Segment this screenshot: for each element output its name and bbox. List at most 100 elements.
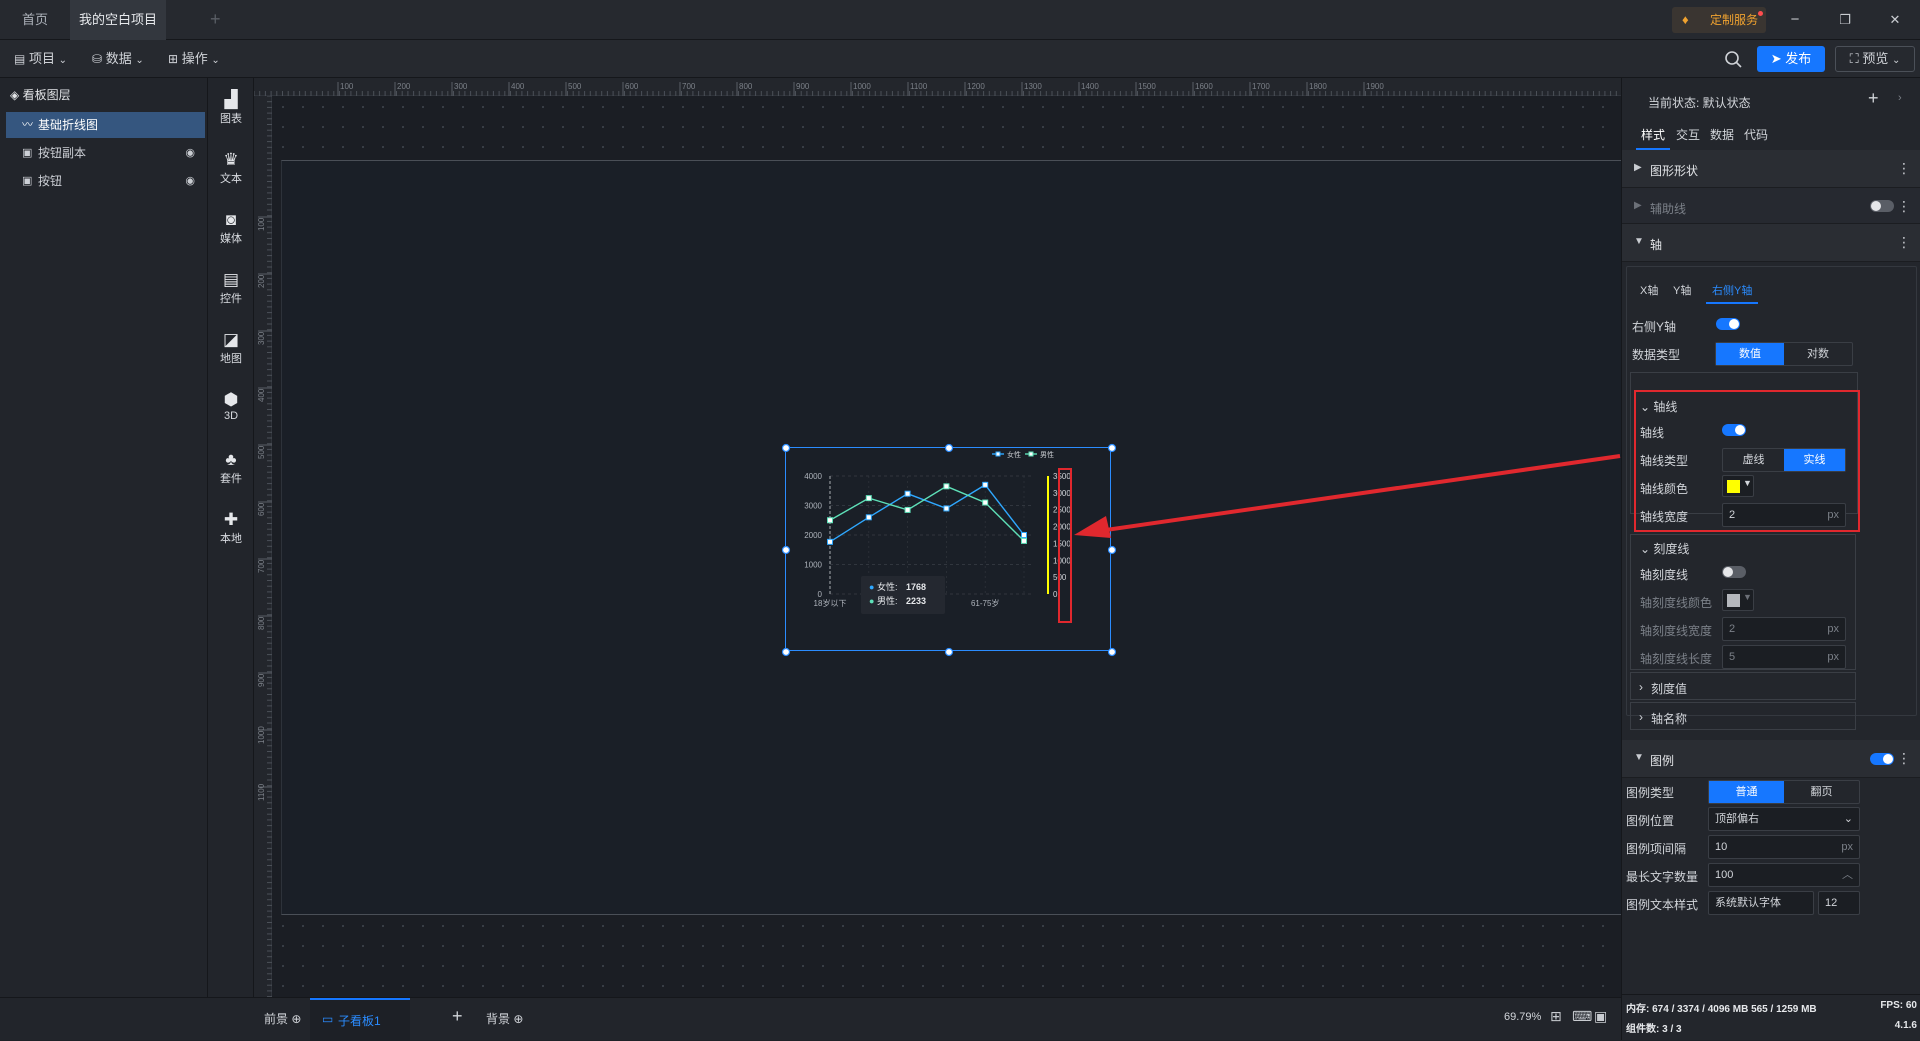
tool-map[interactable]: ◪ 地图 — [208, 330, 254, 366]
add-circle-icon[interactable]: ⊕ — [513, 1012, 523, 1026]
add-state-button[interactable]: + — [1868, 88, 1879, 109]
zoom-level[interactable]: 69.79% — [1504, 1011, 1541, 1023]
axis-line-group-header[interactable]: ⌄ 轴线 — [1640, 398, 1677, 415]
foreground-tab[interactable]: 前景 ⊕ — [264, 1010, 301, 1027]
data-type-log[interactable]: 对数 — [1784, 343, 1852, 365]
tick-group-header[interactable]: ⌄ 刻度线 — [1640, 540, 1689, 557]
right-y-axis-toggle[interactable] — [1716, 318, 1740, 330]
legend-type-paged[interactable]: 翻页 — [1784, 781, 1859, 803]
axis-tab-right-y[interactable]: 右侧Y轴 — [1706, 282, 1759, 304]
line-type-dashed[interactable]: 虚线 — [1723, 449, 1784, 471]
ruler-label: 100 — [257, 217, 266, 231]
custom-service-button[interactable]: ♦ 定制服务 — [1672, 7, 1766, 33]
axis-tab-x[interactable]: X轴 — [1640, 282, 1658, 298]
tab-home[interactable]: 首页 — [0, 0, 70, 40]
section-axis[interactable]: ▼ 轴 ⋮ — [1622, 224, 1920, 262]
tool-kit[interactable]: ♣ 套件 — [208, 450, 254, 486]
canvas-area[interactable]: 100 200 300 400 500 600 700 800 900 1000 1100 1200 1… — [254, 78, 1621, 997]
max-text-input[interactable]: 100 ︿ — [1708, 863, 1860, 887]
title-bar: 首页 我的空白项目 + ♦ 定制服务 − ❐ ✕ — [0, 0, 1920, 65]
tick-value-group[interactable]: › 刻度值 — [1630, 672, 1856, 700]
axis-line-type-segment[interactable]: 虚线 实线 — [1722, 448, 1846, 472]
legend-font-select[interactable]: 系统默认字体 — [1708, 891, 1814, 915]
resize-handle — [1107, 647, 1117, 657]
layer-label: 按钮副本 — [38, 146, 87, 160]
more-icon[interactable]: ⋮ — [1897, 198, 1911, 215]
tab-code[interactable]: 代码 — [1744, 126, 1768, 143]
tool-text[interactable]: ♛ 文本 — [208, 150, 254, 186]
legend-type-normal[interactable]: 普通 — [1709, 781, 1784, 803]
data-type-segment[interactable]: 数值 对数 — [1715, 342, 1853, 366]
section-guide[interactable]: ▶ 辅助线 ⋮ — [1622, 188, 1920, 224]
axis-name-group[interactable]: › 轴名称 — [1630, 702, 1856, 730]
section-legend[interactable]: ▼ 图例 ⋮ — [1622, 740, 1920, 778]
layer-item-button[interactable]: ▣ 按钮 ◉ — [6, 168, 205, 194]
data-type-value[interactable]: 数值 — [1716, 343, 1784, 365]
add-tab-button[interactable]: + — [210, 9, 221, 30]
preview-button[interactable]: ⛶ 预览 ⌄ — [1835, 46, 1915, 72]
stepper-up-icon[interactable]: ︿ — [1842, 864, 1853, 886]
background-tab[interactable]: 背景 ⊕ — [486, 1010, 523, 1027]
add-board-button[interactable]: + — [452, 1006, 463, 1027]
layers-icon: ◈ — [10, 88, 23, 102]
eye-hidden-icon[interactable]: ◉ — [185, 140, 195, 166]
tab-data[interactable]: 数据 — [1710, 126, 1734, 143]
search-icon — [1725, 51, 1742, 68]
tab-style[interactable]: 样式 — [1636, 126, 1670, 150]
tool-3d[interactable]: ⬢ 3D — [208, 390, 254, 422]
ruler-label: 1600 — [1195, 82, 1213, 91]
layer-item-line-chart[interactable]: 〰 基础折线图 — [6, 112, 205, 138]
tool-media[interactable]: ◙ 媒体 — [208, 210, 254, 246]
more-icon[interactable]: ⋮ — [1897, 234, 1911, 251]
chart-icon: ▟ — [224, 90, 238, 109]
axis-line-toggle[interactable] — [1722, 424, 1746, 436]
tool-widget[interactable]: ▤ 控件 — [208, 270, 254, 306]
restore-button[interactable]: ❐ — [1830, 8, 1860, 32]
eye-hidden-icon[interactable]: ◉ — [185, 168, 195, 194]
menu-data[interactable]: ⛁ 数据 ⌄ — [92, 49, 144, 69]
tick-length-input[interactable]: 5 px — [1722, 645, 1846, 669]
tick-line-toggle[interactable] — [1722, 566, 1746, 578]
publish-label: 发布 — [1785, 51, 1812, 66]
section-shape[interactable]: ▶ 图形形状 ⋮ — [1622, 150, 1920, 188]
keyboard-icon[interactable]: ⌨ — [1572, 1008, 1592, 1025]
tick-color-picker[interactable]: ▼ — [1722, 589, 1754, 611]
legend-position-select[interactable]: 顶部偏右 ⌄ — [1708, 807, 1860, 831]
tool-chart[interactable]: ▟ 图表 — [208, 90, 254, 126]
ruler-label: 1100 — [257, 783, 266, 801]
menu-project[interactable]: ▤ 项目 ⌄ — [14, 49, 67, 69]
legend-gap-input[interactable]: 10 px — [1708, 835, 1860, 859]
sub-board-tab[interactable]: ▭ 子看板1 — [310, 998, 410, 1041]
publish-button[interactable]: ➤ 发布 — [1757, 46, 1825, 72]
guide-toggle[interactable] — [1870, 200, 1894, 212]
ruler-label: 600 — [625, 82, 639, 91]
tick-width-input[interactable]: 2 px — [1722, 617, 1846, 641]
search-button[interactable] — [1722, 48, 1744, 70]
fit-screen-icon[interactable]: ⊞ — [1550, 1008, 1562, 1025]
ruler-label: 200 — [397, 82, 411, 91]
axis-line-color-picker[interactable]: ▼ — [1722, 475, 1754, 497]
style-tabs: 样式 交互 数据 代码 — [1636, 122, 1786, 150]
menu-operation[interactable]: ⊞ 操作 ⌄ — [168, 49, 220, 69]
chevron-right-icon[interactable]: › — [1898, 92, 1902, 104]
axis-tab-y[interactable]: Y轴 — [1673, 282, 1691, 298]
axis-line-width-input[interactable]: 2 px — [1722, 503, 1846, 527]
annotation-highlight-box — [1058, 468, 1072, 623]
tab-interaction[interactable]: 交互 — [1676, 126, 1700, 143]
line-type-solid[interactable]: 实线 — [1784, 449, 1845, 471]
legend-toggle[interactable] — [1870, 753, 1894, 765]
close-button[interactable]: ✕ — [1880, 8, 1910, 32]
layer-item-button-copy[interactable]: ▣ 按钮副本 ◉ — [6, 140, 205, 166]
legend-font-size-input[interactable]: 12 — [1818, 891, 1860, 915]
tool-local[interactable]: ✚ 本地 — [208, 510, 254, 546]
tick-length-label: 轴刻度线长度 — [1640, 652, 1713, 666]
left-bottom-strip — [0, 997, 254, 1040]
minimize-button[interactable]: − — [1780, 8, 1810, 32]
tab-project[interactable]: 我的空白项目 — [70, 0, 166, 65]
terminal-icon[interactable]: ▣ — [1594, 1008, 1607, 1025]
legend-type-segment[interactable]: 普通 翻页 — [1708, 780, 1860, 804]
add-circle-icon[interactable]: ⊕ — [291, 1012, 301, 1026]
y-tick-label: 2000 — [804, 531, 822, 540]
more-icon[interactable]: ⋮ — [1897, 160, 1911, 177]
more-icon[interactable]: ⋮ — [1897, 750, 1911, 767]
